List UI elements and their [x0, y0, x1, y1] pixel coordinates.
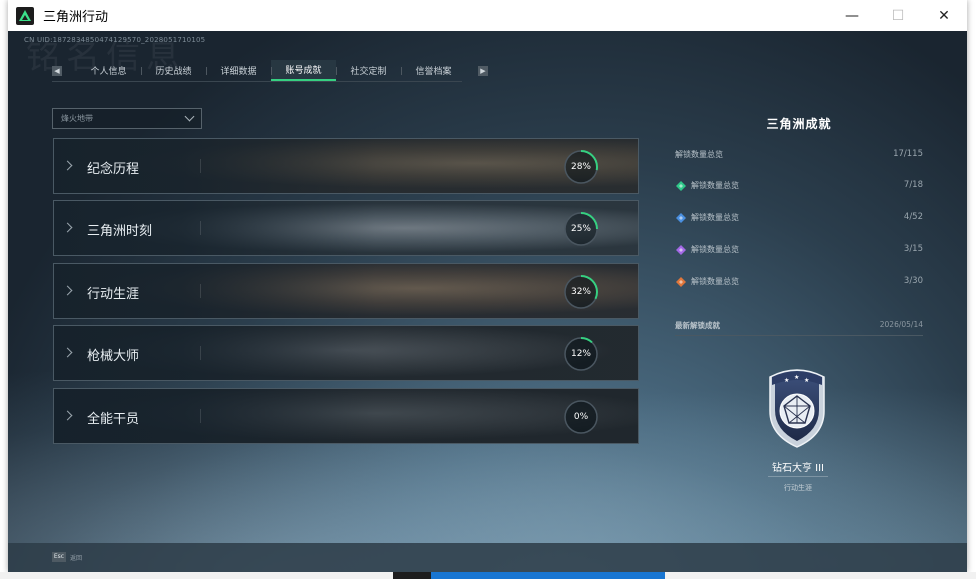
badge-category: 行动生涯 — [784, 484, 812, 492]
svg-text:★: ★ — [794, 374, 799, 381]
bottom-bar: Esc 返回 — [8, 543, 967, 572]
category-name: 枪械大师 — [87, 349, 140, 364]
tier-label: 解锁数量总览 — [691, 181, 739, 190]
tab-achievements[interactable]: 账号成就 — [271, 60, 336, 81]
blue-gem-icon — [676, 213, 686, 223]
app-window: 三角洲行动 — ☐ ✕ 铭名信息 CN UID:1872834850474129… — [8, 0, 967, 572]
tier-row-orange: 解锁数量总览 3/30 — [675, 276, 923, 290]
taskbar-item-active — [431, 572, 665, 579]
minimize-button[interactable]: — — [829, 0, 875, 31]
purple-gem-icon — [676, 245, 686, 255]
window-title: 三角洲行动 — [43, 10, 109, 25]
tab-match-history[interactable]: 历史战绩 — [141, 60, 206, 81]
recent-unlock-label: 最新解锁成就 — [675, 321, 720, 330]
mode-dropdown[interactable]: 烽火地带 — [52, 108, 202, 129]
tier-value: 3/30 — [903, 276, 923, 286]
delta-force-logo-icon — [16, 6, 34, 25]
tab-detailed-data[interactable]: 详细数据 — [206, 60, 271, 81]
mode-dropdown-value: 烽火地带 — [61, 114, 93, 123]
maximize-button[interactable]: ☐ — [875, 0, 921, 31]
total-unlock-row: 解锁数量总览 17/115 — [675, 149, 923, 163]
recent-divider — [675, 335, 923, 336]
category-row-all-round-operator[interactable]: 全能干员 0% — [53, 388, 639, 444]
tab-credit-record[interactable]: 信誉档案 — [401, 60, 466, 81]
game-screen: 铭名信息 CN UID:1872834850474129570_20280517… — [8, 31, 967, 572]
category-row-delta-moments[interactable]: 三角洲时刻 25% — [53, 200, 639, 256]
category-name: 行动生涯 — [87, 287, 140, 302]
close-button[interactable]: ✕ — [921, 0, 967, 31]
tab-bar: ◀ 个人信息 历史战绩 详细数据 账号成就 社交定制 信誉档案 ▶ — [52, 60, 488, 81]
category-name: 三角洲时刻 — [87, 224, 153, 239]
tier-label: 解锁数量总览 — [691, 213, 739, 222]
recent-unlock-date: 2026/05/14 — [879, 320, 923, 329]
tab-next-icon[interactable]: ▶ — [478, 65, 488, 76]
tier-row-blue: 解锁数量总览 4/52 — [675, 212, 923, 226]
esc-key-hint[interactable]: Esc — [52, 552, 66, 562]
tier-value: 4/52 — [903, 212, 923, 222]
title-bar[interactable]: 三角洲行动 — ☐ ✕ — [8, 0, 967, 31]
tier-value: 7/18 — [903, 180, 923, 190]
tier-value: 3/15 — [903, 244, 923, 254]
chevron-down-icon — [184, 111, 195, 122]
tab-prev-icon[interactable]: ◀ — [52, 65, 62, 76]
tier-row-green: 解锁数量总览 7/18 — [675, 180, 923, 194]
tab-social[interactable]: 社交定制 — [336, 60, 401, 81]
category-row-memorial[interactable]: 纪念历程 28% — [53, 138, 639, 194]
total-unlock-label: 解锁数量总览 — [675, 150, 723, 159]
taskbar-item-dark — [393, 572, 431, 579]
back-label: 返回 — [70, 555, 83, 562]
total-unlock-value: 17/115 — [893, 149, 923, 159]
progress-percent: 12% — [570, 349, 591, 359]
tab-underline — [52, 81, 462, 82]
window-controls: — ☐ ✕ — [829, 0, 967, 31]
orange-gem-icon — [676, 277, 686, 287]
diamond-shield-badge-icon[interactable]: ★ ★ ★ — [764, 363, 830, 449]
category-name: 全能干员 — [87, 412, 140, 427]
progress-percent: 0% — [573, 412, 589, 422]
category-row-weapon-master[interactable]: 枪械大师 12% — [53, 325, 639, 381]
category-name: 纪念历程 — [87, 162, 140, 177]
green-gem-icon — [676, 181, 686, 191]
progress-percent: 25% — [570, 224, 591, 234]
progress-percent: 32% — [570, 287, 591, 297]
tier-row-purple: 解锁数量总览 3/15 — [675, 244, 923, 258]
svg-text:★: ★ — [804, 377, 809, 384]
badge-name: 钻石大亨 III — [771, 463, 825, 474]
user-id-text: CN UID:1872834850474129570_2028051710105 — [24, 36, 206, 44]
progress-percent: 28% — [570, 162, 591, 172]
tab-personal-info[interactable]: 个人信息 — [76, 60, 141, 81]
category-row-career[interactable]: 行动生涯 32% — [53, 263, 639, 319]
achievements-panel-title: 三角洲成就 — [766, 117, 832, 131]
svg-text:★: ★ — [784, 377, 789, 384]
tier-label: 解锁数量总览 — [691, 277, 739, 286]
tier-label: 解锁数量总览 — [691, 245, 739, 254]
